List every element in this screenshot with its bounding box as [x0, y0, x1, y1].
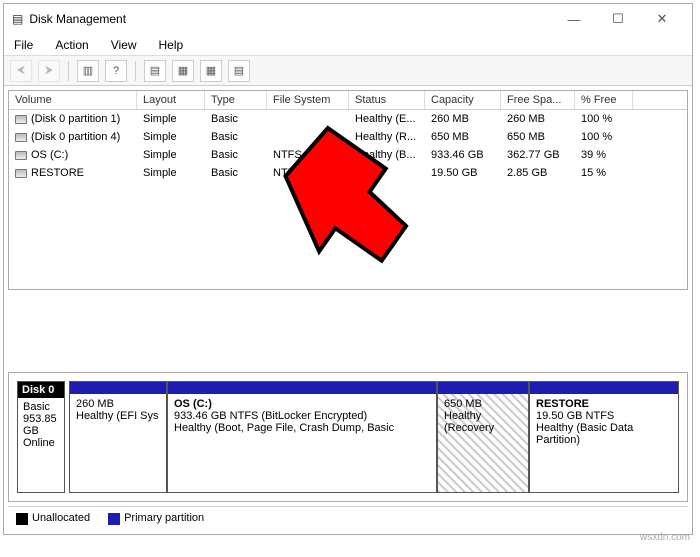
- col-layout[interactable]: Layout: [137, 91, 205, 109]
- table-row[interactable]: (Disk 0 partition 4)SimpleBasicHealthy (…: [9, 128, 687, 146]
- menu-file[interactable]: File: [10, 36, 37, 54]
- toolbar-icon-6[interactable]: ▤: [228, 60, 250, 82]
- titlebar[interactable]: ▤ Disk Management — ☐ ✕: [4, 4, 692, 34]
- minimize-button[interactable]: —: [552, 5, 596, 33]
- table-row[interactable]: OS (C:)SimpleBasicNTFS (BitLo...Healthy …: [9, 146, 687, 164]
- col-free[interactable]: Free Spa...: [501, 91, 575, 109]
- partition-block[interactable]: 260 MBHealthy (EFI Sys: [69, 381, 167, 493]
- disk-info[interactable]: Disk 0 Basic 953.85 GB Online: [17, 381, 65, 493]
- disk-map: Disk 0 Basic 953.85 GB Online 260 MBHeal…: [8, 372, 688, 502]
- col-status[interactable]: Status: [349, 91, 425, 109]
- forward-button: ⮞: [38, 60, 60, 82]
- partition-block[interactable]: 650 MBHealthy (Recovery: [437, 381, 529, 493]
- col-pctfree[interactable]: % Free: [575, 91, 633, 109]
- disk-size: 953.85 GB: [23, 413, 59, 437]
- maximize-button[interactable]: ☐: [596, 5, 640, 33]
- toolbar-icon-1[interactable]: ▥: [77, 60, 99, 82]
- disk-label: Disk 0: [18, 382, 64, 398]
- toolbar-icon-4[interactable]: ▦: [172, 60, 194, 82]
- list-header: Volume Layout Type File System Status Ca…: [9, 91, 687, 110]
- watermark: wsxdn.com: [640, 532, 690, 543]
- volume-icon: [15, 151, 27, 160]
- toolbar: ⮜ ⮞ ▥ ? ▤ ▦ ▦ ▤: [4, 56, 692, 86]
- volume-icon: [15, 133, 27, 142]
- refresh-button[interactable]: ?: [105, 60, 127, 82]
- col-volume[interactable]: Volume: [9, 91, 137, 109]
- content-area: Volume Layout Type File System Status Ca…: [4, 86, 692, 534]
- close-window-button[interactable]: ✕: [640, 5, 684, 33]
- back-button: ⮜: [10, 60, 32, 82]
- disk-type: Basic: [23, 401, 59, 413]
- volume-list: Volume Layout Type File System Status Ca…: [8, 90, 688, 290]
- volume-icon: [15, 115, 27, 124]
- menu-help[interactable]: Help: [155, 36, 188, 54]
- legend-primary: Primary partition: [108, 512, 204, 524]
- menu-action[interactable]: Action: [51, 36, 92, 54]
- toolbar-icon-3[interactable]: ▤: [144, 60, 166, 82]
- window-title: Disk Management: [29, 12, 126, 26]
- window: ▤ Disk Management — ☐ ✕ File Action View…: [3, 3, 693, 535]
- disk-state: Online: [23, 437, 59, 449]
- col-filesystem[interactable]: File System: [267, 91, 349, 109]
- partition-block[interactable]: RESTORE19.50 GB NTFSHealthy (Basic Data …: [529, 381, 679, 493]
- legend: Unallocated Primary partition: [8, 506, 688, 530]
- col-type[interactable]: Type: [205, 91, 267, 109]
- table-row[interactable]: (Disk 0 partition 1)SimpleBasicHealthy (…: [9, 110, 687, 128]
- col-capacity[interactable]: Capacity: [425, 91, 501, 109]
- toolbar-icon-5[interactable]: ▦: [200, 60, 222, 82]
- table-row[interactable]: RESTORESimpleBasicNTFS19.50 GB2.85 GB15 …: [9, 164, 687, 182]
- partitions-row: 260 MBHealthy (EFI SysOS (C:)933.46 GB N…: [69, 381, 679, 493]
- list-body: (Disk 0 partition 1)SimpleBasicHealthy (…: [9, 110, 687, 289]
- menubar: File Action View Help: [4, 34, 692, 56]
- legend-unallocated: Unallocated: [16, 512, 90, 524]
- menu-view[interactable]: View: [107, 36, 141, 54]
- volume-icon: [15, 169, 27, 178]
- partition-block[interactable]: OS (C:)933.46 GB NTFS (BitLocker Encrypt…: [167, 381, 437, 493]
- app-icon: ▤: [12, 12, 23, 26]
